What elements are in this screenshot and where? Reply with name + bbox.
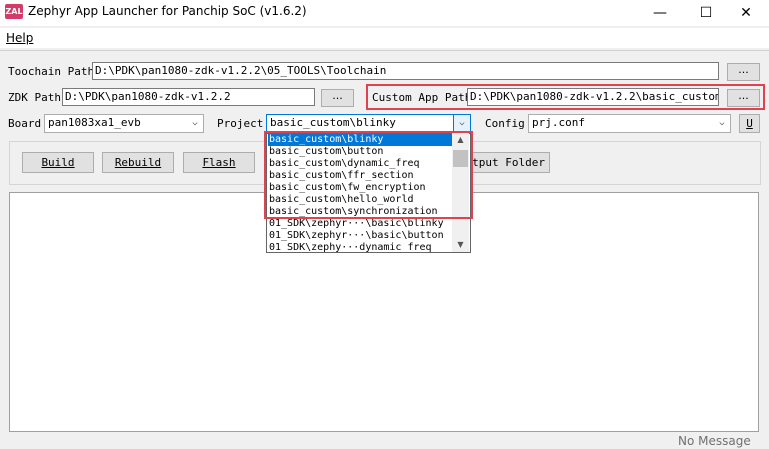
minimize-button[interactable]: —: [637, 0, 683, 26]
board-select-value: pan1083xa1_evb: [48, 116, 141, 129]
scroll-down-icon[interactable]: ▼: [452, 239, 469, 251]
custom-app-path-input[interactable]: D:\PDK\pan1080-zdk-v1.2.2\basic_custom: [467, 88, 719, 106]
custom-app-path-label: Custom App Path: [372, 91, 472, 104]
status-message: No Message: [678, 434, 751, 448]
project-select-value: basic_custom\blinky: [270, 116, 396, 129]
board-label: Board: [8, 117, 42, 130]
menu-help[interactable]: Help: [6, 31, 33, 45]
config-label: Config: [485, 117, 525, 130]
zdk-path-input[interactable]: D:\PDK\pan1080-zdk-v1.2.2: [62, 88, 315, 106]
config-select[interactable]: prj.conf ⌵: [528, 114, 731, 133]
chevron-down-icon: ⌵: [453, 115, 470, 132]
project-option[interactable]: 01_SDK\zephyr···\basic\button: [269, 230, 444, 242]
project-option[interactable]: 01_SDK\zephy···dynamic_freq: [269, 242, 432, 252]
chevron-down-icon: ⌵: [719, 118, 725, 128]
board-select[interactable]: pan1083xa1_evb ⌵: [44, 114, 204, 133]
zdk-browse-button[interactable]: ...: [321, 89, 354, 107]
toolchain-path-label: Toochain Path: [8, 65, 95, 78]
menu-divider: [0, 50, 769, 51]
dropdown-highlight: [264, 131, 473, 219]
build-button[interactable]: Build: [22, 152, 94, 173]
config-select-value: prj.conf: [532, 116, 585, 129]
menu-bar: [0, 28, 769, 48]
custom-app-browse-button[interactable]: ...: [727, 89, 760, 107]
close-button[interactable]: ✕: [723, 0, 769, 26]
config-u-button[interactable]: U: [739, 114, 760, 133]
flash-button[interactable]: Flash: [183, 152, 255, 173]
zdk-path-label: ZDK Path: [8, 91, 61, 104]
rebuild-button[interactable]: Rebuild: [102, 152, 174, 173]
chevron-down-icon: ⌵: [192, 118, 198, 128]
project-label: Project: [217, 117, 264, 130]
app-logo-icon: ZAL: [5, 4, 23, 19]
window-title: Zephyr App Launcher for Panchip SoC (v1.…: [28, 4, 307, 18]
project-option[interactable]: 01_SDK\zephyr···\basic\blinky: [269, 218, 444, 230]
toolchain-path-input[interactable]: D:\PDK\pan1080-zdk-v1.2.2\05_TOOLS\Toolc…: [92, 62, 719, 80]
toolchain-browse-button[interactable]: ...: [727, 63, 760, 81]
